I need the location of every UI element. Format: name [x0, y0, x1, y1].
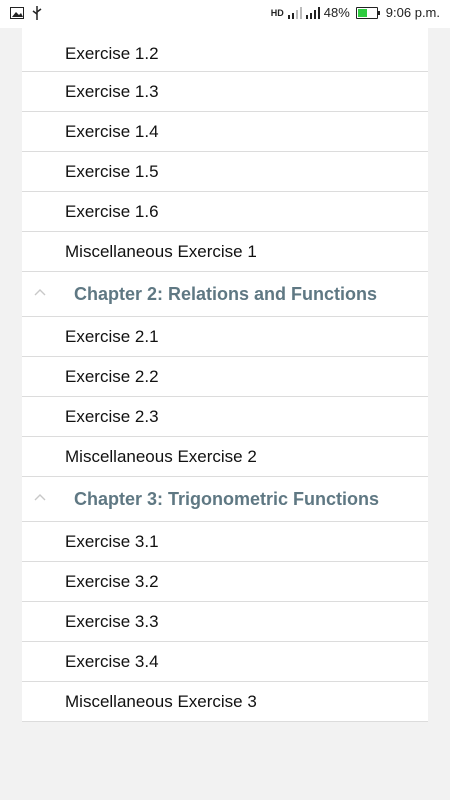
battery-percent: 48%	[323, 5, 350, 20]
chapter-title: Chapter 2: Relations and Functions	[74, 283, 378, 304]
list-item[interactable]: Miscellaneous Exercise 2	[22, 437, 428, 477]
chevron-up-icon[interactable]	[34, 493, 46, 501]
list-item-label: Exercise 1.4	[65, 121, 159, 141]
list-item[interactable]: Exercise 2.2	[22, 357, 428, 397]
chapter-2-header[interactable]: Chapter 2: Relations and Functions	[22, 272, 428, 317]
list-item-label: Miscellaneous Exercise 1	[65, 241, 257, 261]
signal-icon	[287, 7, 302, 19]
exercise-list: Exercise 1.2 Exercise 1.3 Exercise 1.4 E…	[22, 28, 428, 722]
list-item-label: Exercise 3.3	[65, 611, 159, 631]
list-item-label: Exercise 1.3	[65, 81, 159, 101]
signal-icon	[305, 7, 320, 19]
list-item[interactable]: Miscellaneous Exercise 1	[22, 232, 428, 272]
list-item[interactable]: Exercise 2.3	[22, 397, 428, 437]
list-item-label: Exercise 2.1	[65, 326, 159, 346]
list-item[interactable]: Exercise 3.1	[22, 522, 428, 562]
chapter-title: Chapter 3: Trigonometric Functions	[74, 488, 380, 509]
status-right: HD 48% 9:06 p.m.	[271, 5, 440, 21]
list-item[interactable]: Exercise 2.1	[22, 317, 428, 357]
chapter-3-header[interactable]: Chapter 3: Trigonometric Functions	[22, 477, 428, 522]
status-bar: HD 48% 9:06 p.m.	[0, 0, 450, 28]
list-item-label: Exercise 3.4	[65, 651, 159, 671]
battery-icon	[355, 7, 380, 19]
list-item-label: Exercise 2.2	[65, 366, 159, 386]
list-item[interactable]: Exercise 3.2	[22, 562, 428, 602]
battery-fill	[357, 9, 368, 17]
list-item-label: Exercise 2.3	[65, 406, 159, 426]
list-item-label: Miscellaneous Exercise 3	[65, 691, 257, 711]
list-item[interactable]: Exercise 3.4	[22, 642, 428, 682]
list-item[interactable]: Exercise 1.3	[22, 72, 428, 112]
chevron-up-icon[interactable]	[34, 288, 46, 296]
list-item-label: Miscellaneous Exercise 2	[65, 446, 257, 466]
usb-icon	[32, 6, 42, 20]
list-item-label: Exercise 1.5	[65, 161, 159, 181]
list-item[interactable]: Miscellaneous Exercise 3	[22, 682, 428, 722]
list-item-label: Exercise 3.1	[65, 531, 159, 551]
list-item-label: Exercise 1.2	[65, 44, 159, 63]
list-item[interactable]: Exercise 1.4	[22, 112, 428, 152]
list-item-label: Exercise 1.6	[65, 201, 159, 221]
list-item[interactable]: Exercise 1.6	[22, 192, 428, 232]
hd-label: HD	[270, 8, 284, 18]
list-item-label: Exercise 3.2	[65, 571, 159, 591]
list-item[interactable]: Exercise 1.2	[22, 28, 428, 72]
list-item[interactable]: Exercise 1.5	[22, 152, 428, 192]
list-item[interactable]: Exercise 3.3	[22, 602, 428, 642]
clock: 9:06 p.m.	[385, 5, 440, 20]
status-left	[10, 6, 42, 20]
image-icon	[10, 7, 24, 19]
